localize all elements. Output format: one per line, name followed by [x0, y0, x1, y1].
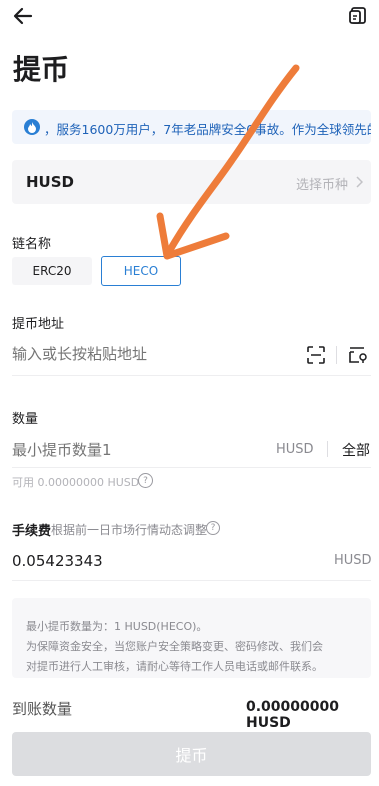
all-amount-button[interactable]: 全部: [342, 440, 370, 460]
divider: [12, 375, 371, 376]
chain-option-label: HECO: [123, 264, 159, 278]
submit-withdraw-button[interactable]: 提币: [12, 732, 371, 776]
divider: [12, 467, 371, 468]
page-title: 提币: [13, 53, 70, 86]
address-book-icon[interactable]: [344, 343, 372, 367]
notice-text: ，服务1600万用户，7年老品牌安全0事故。作为全球领先的数: [44, 122, 371, 137]
submit-label: 提币: [175, 746, 208, 765]
fee-unit: HUSD: [334, 553, 372, 568]
divider: [12, 580, 371, 581]
notice-banner[interactable]: ，服务1600万用户，7年老品牌安全0事故。作为全球领先的数: [12, 110, 371, 144]
divider: [327, 441, 328, 457]
chain-label: 链名称: [12, 237, 52, 252]
back-arrow-icon[interactable]: [8, 3, 38, 29]
info-line: 对提币进行人工审核，请耐心等待工作人员电话或邮件联系。: [26, 660, 323, 673]
available-balance: 可用 0.00000000 HUSD: [12, 476, 140, 489]
info-line: 为保障资金安全，当您账户安全策略变更、密码修改、我们会: [26, 640, 323, 653]
flame-icon: [24, 119, 40, 135]
fee-label: 手续费: [12, 524, 52, 539]
coin-selector[interactable]: HUSD 选择币种: [12, 160, 371, 204]
address-label: 提币地址: [12, 317, 65, 332]
fee-hint: 根据前一日市场行情动态调整: [51, 523, 208, 537]
chevron-right-icon: [354, 174, 364, 190]
select-coin-label: 选择币种: [296, 178, 349, 193]
info-icon[interactable]: ?: [138, 473, 153, 488]
amount-label: 数量: [12, 412, 39, 427]
info-icon[interactable]: ?: [206, 521, 220, 535]
address-input[interactable]: [12, 341, 292, 367]
amount-unit: HUSD: [276, 442, 314, 457]
chain-option-label: ERC20: [32, 264, 72, 278]
amount-input[interactable]: [12, 437, 252, 463]
receive-label: 到账数量: [12, 700, 73, 718]
info-line: 最小提币数量为：1 HUSD(HECO)。: [26, 620, 208, 633]
chain-option-heco[interactable]: HECO: [101, 256, 181, 286]
history-record-icon[interactable]: [344, 3, 372, 29]
info-box: 最小提币数量为：1 HUSD(HECO)。 为保障资金安全，当您账户安全策略变更…: [12, 598, 371, 678]
divider: [336, 346, 337, 364]
receive-amount: 0.00000000 HUSD: [246, 699, 339, 731]
scan-qr-icon[interactable]: [303, 343, 329, 367]
fee-value: 0.05423343: [12, 552, 103, 570]
coin-symbol: HUSD: [26, 173, 74, 191]
annotation-arrow-head: [156, 212, 230, 260]
annotation-arrow-shaft: [166, 64, 300, 254]
chain-option-erc20[interactable]: ERC20: [12, 257, 92, 285]
